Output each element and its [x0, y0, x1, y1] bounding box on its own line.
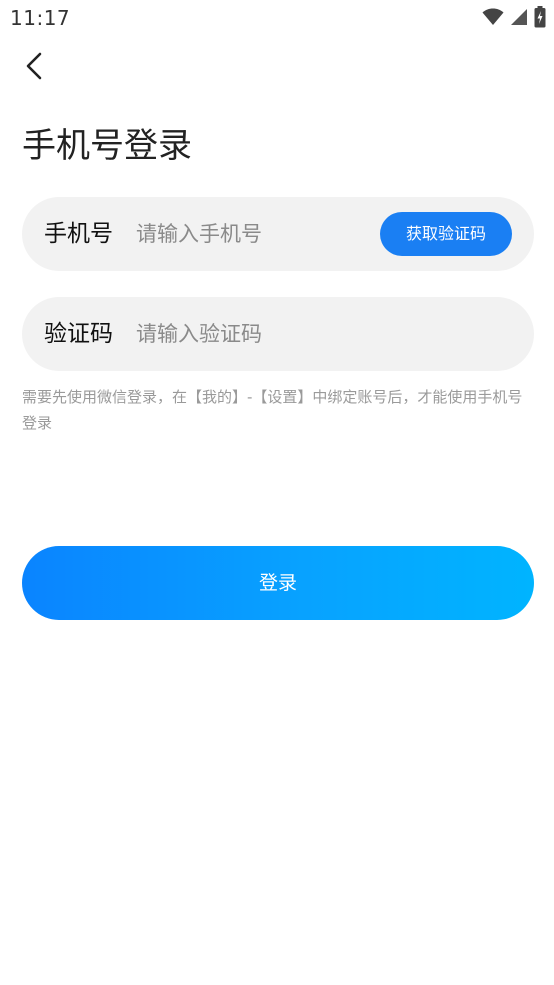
- page-title: 手机号登录: [22, 126, 192, 166]
- code-input[interactable]: [136, 297, 496, 371]
- wifi-icon: [482, 8, 504, 30]
- phone-input[interactable]: [136, 197, 366, 271]
- status-icons: [482, 6, 546, 32]
- get-code-button[interactable]: 获取验证码: [380, 212, 512, 256]
- phone-label: 手机号: [44, 221, 113, 247]
- code-label: 验证码: [44, 321, 113, 347]
- phone-field-row: 手机号 获取验证码: [22, 197, 534, 271]
- login-button[interactable]: 登录: [22, 546, 534, 620]
- status-time: 11:17: [10, 6, 71, 30]
- back-button[interactable]: [18, 50, 50, 86]
- signal-icon: [510, 8, 528, 30]
- code-field-row: 验证码: [22, 297, 534, 371]
- battery-icon: [534, 6, 546, 32]
- status-bar: 11:17: [0, 0, 554, 38]
- hint-text: 需要先使用微信登录，在【我的】-【设置】中绑定账号后，才能使用手机号登录: [22, 388, 523, 432]
- chevron-left-icon: [24, 51, 44, 85]
